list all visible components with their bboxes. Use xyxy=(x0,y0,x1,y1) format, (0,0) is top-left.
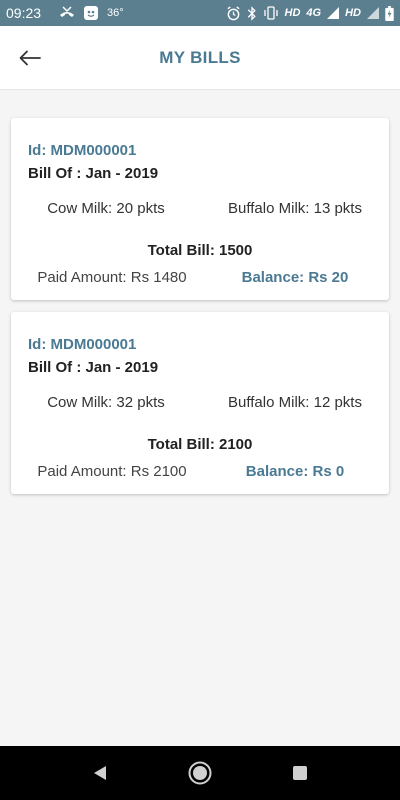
app-bar: MY BILLS xyxy=(0,26,400,90)
bills-list: Id: MDM000001 Bill Of : Jan - 2019 Cow M… xyxy=(11,118,389,506)
bill-card[interactable]: Id: MDM000001 Bill Of : Jan - 2019 Cow M… xyxy=(11,118,389,300)
bill-id: Id: MDM000001 xyxy=(28,336,137,353)
balance-amount: Balance: Rs 20 xyxy=(241,269,349,286)
back-triangle-icon xyxy=(94,766,106,780)
page-title: MY BILLS xyxy=(159,48,241,67)
nav-back-button[interactable] xyxy=(88,761,112,785)
bill-id: Id: MDM000001 xyxy=(28,142,137,159)
bill-period: Bill Of : Jan - 2019 xyxy=(28,165,159,182)
bill-card[interactable]: Id: MDM000001 Bill Of : Jan - 2019 Cow M… xyxy=(11,312,389,494)
paid-amount: Paid Amount: Rs 1480 xyxy=(37,269,187,286)
paid-amount: Paid Amount: Rs 2100 xyxy=(37,463,187,480)
network-label-hd-2: HD xyxy=(345,7,361,19)
alarm-icon xyxy=(226,5,241,21)
bill-period: Bill Of : Jan - 2019 xyxy=(28,359,159,376)
vibrate-icon xyxy=(263,6,279,20)
status-temperature: 36° xyxy=(107,7,124,19)
status-bar-left: 09:23 36° xyxy=(6,5,124,21)
network-label-4g: 4G xyxy=(306,7,322,19)
signal-icon xyxy=(327,7,340,19)
battery-charging-icon xyxy=(385,5,394,21)
status-bar: 09:23 36° HD 4G HD xyxy=(0,0,400,26)
nav-home-button[interactable] xyxy=(188,761,212,785)
home-circle-icon xyxy=(188,761,212,785)
balance-amount: Balance: Rs 0 xyxy=(245,463,345,480)
buffalo-milk-count: Buffalo Milk: 12 pkts xyxy=(228,394,362,411)
cow-milk-count: Cow Milk: 20 pkts xyxy=(47,200,165,217)
cow-milk-count: Cow Milk: 32 pkts xyxy=(47,394,165,411)
status-bar-right: HD 4G HD xyxy=(226,5,394,21)
bluetooth-icon xyxy=(247,5,257,21)
app-notification-icon xyxy=(83,5,99,21)
total-bill: Total Bill: 1500 xyxy=(147,242,253,259)
total-bill: Total Bill: 2100 xyxy=(147,436,253,453)
buffalo-milk-count: Buffalo Milk: 13 pkts xyxy=(228,200,362,217)
missed-call-icon xyxy=(59,6,75,20)
recents-square-icon xyxy=(293,766,307,780)
system-nav-bar xyxy=(0,746,400,800)
status-time: 09:23 xyxy=(6,5,42,21)
signal-icon xyxy=(367,7,379,19)
network-label-hd: HD xyxy=(284,7,301,19)
nav-recents-button[interactable] xyxy=(288,761,312,785)
